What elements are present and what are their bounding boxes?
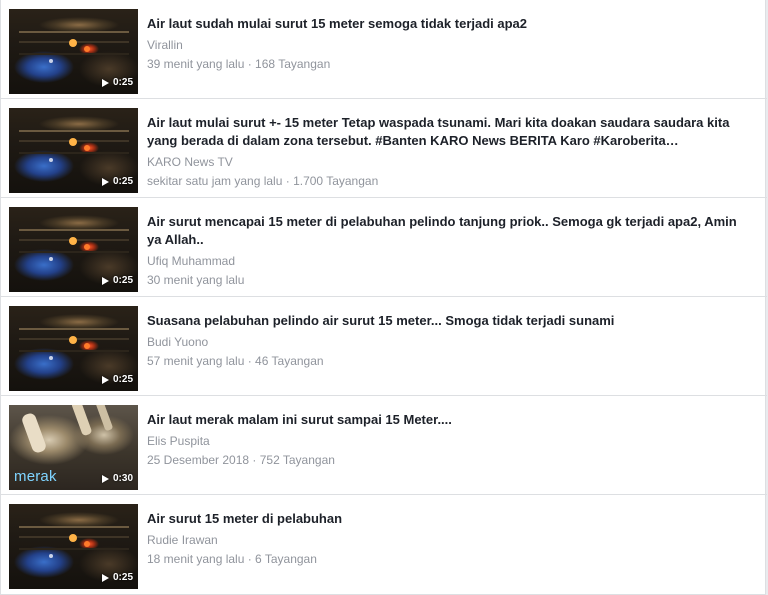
- play-icon: [101, 178, 109, 186]
- play-icon: [101, 574, 109, 582]
- video-author[interactable]: Ufiq Muhammad: [147, 254, 752, 269]
- video-item[interactable]: 0:25 Air laut sudah mulai surut 15 meter…: [1, 0, 767, 99]
- video-duration: 0:25: [101, 76, 133, 90]
- video-title[interactable]: Air surut 15 meter di pelabuhan: [147, 510, 752, 528]
- video-info: Suasana pelabuhan pelindo air surut 15 m…: [147, 312, 752, 369]
- video-results-list: 0:25 Air laut sudah mulai surut 15 meter…: [0, 0, 767, 595]
- duration-label: 0:25: [112, 374, 133, 385]
- duration-label: 0:25: [112, 77, 133, 88]
- video-info: Air laut mulai surut +- 15 meter Tetap w…: [147, 114, 752, 189]
- video-title[interactable]: Suasana pelabuhan pelindo air surut 15 m…: [147, 312, 752, 330]
- play-icon: [101, 277, 109, 285]
- video-meta: 18 menit yang lalu · 6 Tayangan: [147, 552, 317, 566]
- video-author[interactable]: Rudie Irawan: [147, 533, 752, 548]
- video-thumbnail[interactable]: 0:25: [9, 504, 138, 589]
- duration-label: 0:30: [112, 473, 133, 484]
- video-author[interactable]: Elis Puspita: [147, 434, 752, 449]
- video-info: Air laut merak malam ini surut sampai 15…: [147, 411, 752, 468]
- video-meta: 57 menit yang lalu · 46 Tayangan: [147, 354, 324, 368]
- video-info: Air laut sudah mulai surut 15 meter semo…: [147, 15, 752, 72]
- video-title[interactable]: Air laut sudah mulai surut 15 meter semo…: [147, 15, 752, 33]
- video-meta: 25 Desember 2018 · 752 Tayangan: [147, 453, 335, 467]
- video-author[interactable]: Virallin: [147, 38, 752, 53]
- video-duration: 0:25: [101, 274, 133, 288]
- video-item[interactable]: 0:25 Suasana pelabuhan pelindo air surut…: [1, 297, 767, 396]
- video-thumbnail[interactable]: merak 0:30: [9, 405, 138, 490]
- video-title[interactable]: Air laut merak malam ini surut sampai 15…: [147, 411, 752, 429]
- video-meta: 39 menit yang lalu · 168 Tayangan: [147, 57, 331, 71]
- video-info: Air surut mencapai 15 meter di pelabuhan…: [147, 213, 752, 288]
- video-author[interactable]: KARO News TV: [147, 155, 752, 170]
- video-item[interactable]: 0:25 Air laut mulai surut +- 15 meter Te…: [1, 99, 767, 198]
- video-duration: 0:25: [101, 175, 133, 189]
- video-thumbnail[interactable]: 0:25: [9, 108, 138, 193]
- video-duration: 0:30: [101, 472, 133, 486]
- video-thumbnail[interactable]: 0:25: [9, 306, 138, 391]
- video-duration: 0:25: [101, 571, 133, 585]
- duration-label: 0:25: [112, 275, 133, 286]
- thumbnail-caption: merak: [14, 468, 57, 485]
- video-thumbnail[interactable]: 0:25: [9, 207, 138, 292]
- duration-label: 0:25: [112, 572, 133, 583]
- play-icon: [101, 79, 109, 87]
- video-title[interactable]: Air laut mulai surut +- 15 meter Tetap w…: [147, 114, 752, 150]
- video-title[interactable]: Air surut mencapai 15 meter di pelabuhan…: [147, 213, 752, 249]
- video-item[interactable]: merak 0:30 Air laut merak malam ini suru…: [1, 396, 767, 495]
- video-info: Air surut 15 meter di pelabuhan Rudie Ir…: [147, 510, 752, 567]
- video-item[interactable]: 0:25 Air surut mencapai 15 meter di pela…: [1, 198, 767, 297]
- video-thumbnail[interactable]: 0:25: [9, 9, 138, 94]
- video-meta: 30 menit yang lalu: [147, 273, 245, 287]
- video-author[interactable]: Budi Yuono: [147, 335, 752, 350]
- duration-label: 0:25: [112, 176, 133, 187]
- play-icon: [101, 475, 109, 483]
- video-meta: sekitar satu jam yang lalu · 1.700 Tayan…: [147, 174, 379, 188]
- play-icon: [101, 376, 109, 384]
- video-duration: 0:25: [101, 373, 133, 387]
- video-item[interactable]: 0:25 Air surut 15 meter di pelabuhan Rud…: [1, 495, 767, 594]
